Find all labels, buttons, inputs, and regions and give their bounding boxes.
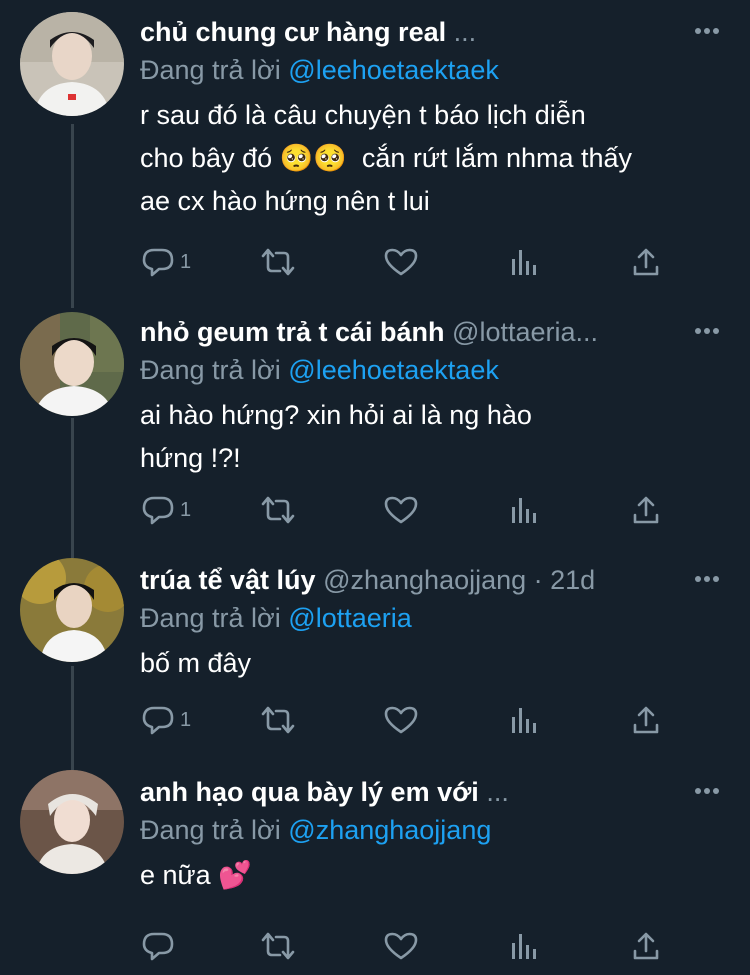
reply-icon bbox=[142, 932, 174, 961]
share-icon bbox=[633, 932, 659, 960]
share-icon bbox=[633, 248, 659, 276]
reply-count: 1 bbox=[180, 498, 192, 521]
replying-prefix: Đang trả lời bbox=[140, 815, 281, 845]
reply-count: 1 bbox=[180, 250, 192, 273]
retweet-button[interactable] bbox=[260, 242, 296, 282]
tweet-header: anh hạo qua bày lý em với ... bbox=[140, 774, 670, 810]
tweet[interactable]: trúa tể vật lúy @zhanghaojjang · 21d Đan… bbox=[0, 548, 750, 760]
heart-icon bbox=[384, 706, 418, 734]
heart-icon bbox=[384, 496, 418, 524]
replying-prefix: Đang trả lời bbox=[140, 603, 281, 633]
reply-button[interactable] bbox=[142, 926, 180, 966]
share-button[interactable] bbox=[632, 242, 660, 282]
display-name[interactable]: anh hạo qua bày lý em với bbox=[140, 777, 479, 807]
more-button[interactable] bbox=[692, 564, 722, 594]
avatar[interactable] bbox=[20, 312, 124, 416]
avatar[interactable] bbox=[20, 12, 124, 116]
retweet-button[interactable] bbox=[260, 490, 296, 530]
display-name[interactable]: trúa tể vật lúy bbox=[140, 565, 316, 595]
tweet[interactable]: nhỏ geum trả t cái bánh @lottaeria... Đa… bbox=[0, 300, 750, 550]
reply-count: 1 bbox=[180, 708, 192, 731]
mention-link[interactable]: @zhanghaojjang bbox=[288, 815, 491, 845]
more-icon bbox=[695, 28, 719, 34]
analytics-icon bbox=[512, 498, 536, 523]
reply-icon bbox=[142, 706, 174, 735]
more-icon bbox=[695, 328, 719, 334]
tweet-text: ai hào hứng? xin hỏi ai là ng hào hứng !… bbox=[140, 400, 532, 473]
like-button[interactable] bbox=[384, 700, 418, 740]
tweet-header: nhỏ geum trả t cái bánh @lottaeria... bbox=[140, 314, 670, 350]
mention-link[interactable]: @leehoetaektaek bbox=[288, 355, 499, 385]
like-button[interactable] bbox=[384, 926, 418, 966]
replying-to: Đang trả lời @leehoetaektaek bbox=[140, 52, 499, 88]
mention-link[interactable]: @lottaeria bbox=[288, 603, 411, 633]
analytics-icon bbox=[512, 934, 536, 959]
reply-button[interactable]: 1 bbox=[142, 700, 191, 740]
action-bar bbox=[140, 926, 685, 966]
heart-icon bbox=[384, 248, 418, 276]
reply-icon bbox=[142, 496, 174, 525]
heart-icon bbox=[384, 932, 418, 960]
analytics-button[interactable] bbox=[510, 926, 538, 966]
analytics-button[interactable] bbox=[510, 242, 538, 282]
more-button[interactable] bbox=[692, 316, 722, 346]
retweet-icon bbox=[261, 496, 295, 524]
avatar[interactable] bbox=[20, 770, 124, 874]
user-handle[interactable]: @lottaeria... bbox=[452, 317, 598, 347]
analytics-button[interactable] bbox=[510, 490, 538, 530]
like-button[interactable] bbox=[384, 490, 418, 530]
analytics-button[interactable] bbox=[510, 700, 538, 740]
retweet-button[interactable] bbox=[260, 700, 296, 740]
share-icon bbox=[633, 496, 659, 524]
more-icon bbox=[695, 576, 719, 582]
reply-icon bbox=[142, 248, 174, 277]
action-bar: 1 bbox=[140, 490, 685, 530]
reply-button[interactable]: 1 bbox=[142, 242, 191, 282]
share-icon bbox=[633, 706, 659, 734]
more-button[interactable] bbox=[692, 776, 722, 806]
tweet-text: r sau đó là câu chuyện t báo lịch diễn c… bbox=[140, 100, 633, 216]
more-icon bbox=[695, 788, 719, 794]
share-button[interactable] bbox=[632, 700, 660, 740]
analytics-icon bbox=[512, 708, 536, 733]
replying-prefix: Đang trả lời bbox=[140, 355, 281, 385]
share-button[interactable] bbox=[632, 926, 660, 966]
user-handle[interactable]: ... bbox=[454, 17, 477, 47]
user-handle[interactable]: ... bbox=[486, 777, 509, 807]
user-handle[interactable]: @zhanghaojjang · 21d bbox=[323, 565, 595, 595]
retweet-icon bbox=[261, 248, 295, 276]
avatar[interactable] bbox=[20, 558, 124, 662]
retweet-button[interactable] bbox=[260, 926, 296, 966]
replying-to: Đang trả lời @leehoetaektaek bbox=[140, 352, 499, 388]
reply-button[interactable]: 1 bbox=[142, 490, 191, 530]
analytics-icon bbox=[512, 250, 536, 275]
replying-prefix: Đang trả lời bbox=[140, 55, 281, 85]
tweet-text: e nữa 💕 bbox=[140, 860, 252, 890]
replying-to: Đang trả lời @zhanghaojjang bbox=[140, 812, 491, 848]
tweet[interactable]: anh hạo qua bày lý em với ... Đang trả l… bbox=[0, 760, 750, 975]
replying-to: Đang trả lời @lottaeria bbox=[140, 600, 412, 636]
display-name[interactable]: nhỏ geum trả t cái bánh bbox=[140, 317, 445, 347]
retweet-icon bbox=[261, 706, 295, 734]
action-bar: 1 bbox=[140, 242, 685, 282]
like-button[interactable] bbox=[384, 242, 418, 282]
mention-link[interactable]: @leehoetaektaek bbox=[288, 55, 499, 85]
retweet-icon bbox=[261, 932, 295, 960]
more-button[interactable] bbox=[692, 16, 722, 46]
share-button[interactable] bbox=[632, 490, 660, 530]
display-name[interactable]: chủ chung cư hàng real bbox=[140, 17, 446, 47]
tweet-text: bố m đây bbox=[140, 648, 252, 678]
tweet-header: trúa tể vật lúy @zhanghaojjang · 21d bbox=[140, 562, 670, 598]
tweet-header: chủ chung cư hàng real ... bbox=[140, 14, 670, 50]
action-bar: 1 bbox=[140, 700, 685, 740]
tweet[interactable]: chủ chung cư hàng real ... Đang trả lời … bbox=[0, 0, 750, 300]
